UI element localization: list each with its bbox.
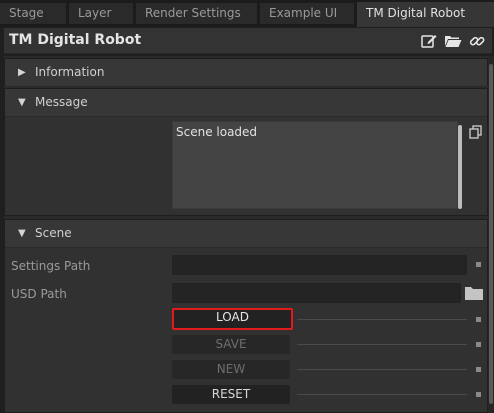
message-frame: ▼ Message Scene loaded [4,88,488,216]
usd-path-input[interactable] [172,283,461,303]
folder-open-icon[interactable] [444,32,462,50]
reset-reset-dot[interactable] [476,392,481,397]
message-text: Scene loaded [176,125,258,139]
divider-line [297,319,467,320]
divider-line [297,369,467,370]
tab-render-settings[interactable]: Render Settings [136,3,257,24]
new-button[interactable]: NEW [172,360,290,379]
settings-path-label: Settings Path [11,259,91,273]
panel-scrollbar-thumb[interactable] [489,64,493,404]
tab-bar: Stage Layer Render Settings Example UI T… [0,0,494,27]
load-button[interactable]: LOAD [172,308,293,330]
link-icon[interactable] [468,32,486,50]
message-scrollbar[interactable] [458,125,462,209]
panel-scrollbar[interactable] [488,56,494,413]
collapsed-triangle-icon: ▶ [18,67,26,78]
scene-header[interactable]: ▼ Scene [5,220,487,248]
information-header[interactable]: ▶ Information [5,59,487,87]
tab-layer[interactable]: Layer [69,3,133,24]
title-icons [418,32,486,50]
save-button[interactable]: SAVE [172,335,290,354]
tab-example-ui[interactable]: Example UI [260,3,354,24]
divider-line [297,394,467,395]
divider-line [297,344,467,345]
edit-icon[interactable] [420,32,438,50]
message-textbox[interactable]: Scene loaded [172,121,458,209]
load-reset-dot[interactable] [476,317,481,322]
message-label: Message [35,95,88,109]
scene-label: Scene [35,226,72,240]
expanded-triangle-icon: ▼ [18,228,26,239]
save-reset-dot[interactable] [476,342,481,347]
settings-path-reset-dot[interactable] [476,262,481,267]
copy-icon[interactable] [468,124,484,140]
content-area: ▶ Information ▼ Message Scene loaded ▼ S… [4,56,488,413]
information-frame: ▶ Information [4,58,488,87]
folder-icon[interactable] [464,285,484,301]
message-header[interactable]: ▼ Message [5,89,487,117]
tab-stage[interactable]: Stage [0,3,66,24]
window-title-bar: TM Digital Robot [4,28,492,54]
usd-path-label: USD Path [11,287,67,301]
reset-button[interactable]: RESET [172,385,290,404]
scene-frame: ▼ Scene Settings Path USD Path LOAD SAVE [4,219,488,413]
new-reset-dot[interactable] [476,367,481,372]
expanded-triangle-icon: ▼ [18,97,26,108]
window-title: TM Digital Robot [9,32,142,48]
tab-tm-digital-robot[interactable]: TM Digital Robot [357,2,494,27]
app-root: Stage Layer Render Settings Example UI T… [0,0,494,413]
settings-path-input[interactable] [172,255,467,275]
information-label: Information [35,65,105,79]
